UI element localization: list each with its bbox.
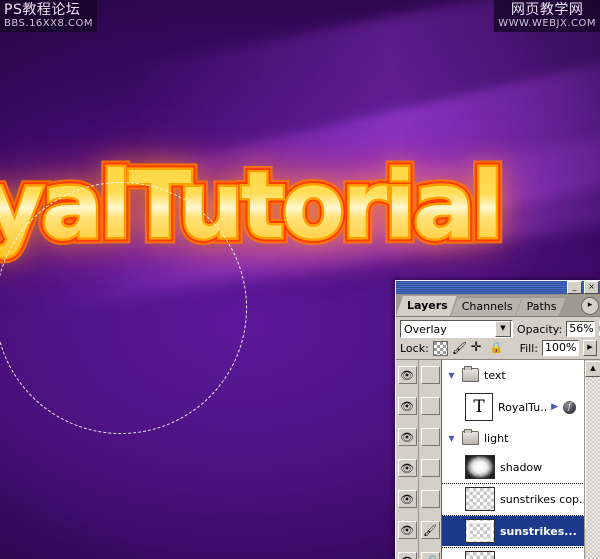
lock-all-icon[interactable]: 🔒 [490,341,505,356]
palette-titlebar[interactable]: _ × [396,281,600,295]
lock-position-icon[interactable]: ✛ [471,340,486,356]
layer-visibility-column: 👁 👁 👁 👁 👁 👁 👁 [396,360,419,559]
eye-icon[interactable]: 👁 [397,552,417,559]
eye-icon[interactable]: 👁 [397,521,417,539]
lock-fill-row: Lock: 🖌 ✛ 🔒 Fill: 100% ▶ [396,339,600,357]
tab-layers[interactable]: Layers [396,296,457,316]
lock-transparency-icon[interactable] [432,340,448,356]
minimize-button[interactable]: _ [567,281,582,294]
chevron-down-icon[interactable]: ▼ [446,370,457,381]
palette-menu-icon[interactable]: ▸ [581,297,599,315]
edit-cell [419,484,441,515]
layer-name: light [484,431,509,445]
blend-opacity-row: Overlay ▼ Opacity: 56% ▶ [396,317,600,339]
brush-icon[interactable]: 🖌 [420,521,440,539]
eye-icon[interactable]: 👁 [397,428,417,446]
visibility-cell: 👁 [396,391,418,422]
fill-slider-arrow-icon[interactable]: ▶ [583,340,597,356]
layer-thumbnail-transparent[interactable] [465,551,495,559]
visibility-cell: 👁 [396,422,418,453]
visibility-cell: 👁 [396,453,418,484]
layer-row-text-group[interactable]: ▼ text [442,360,585,390]
watermark-top-left-line1: PS教程论坛 [4,2,81,18]
screenshot-root: yalTutorial yalTutorial yalTutorial yalT… [0,0,600,559]
chevron-down-icon[interactable]: ▼ [446,433,457,444]
edit-cell [419,360,441,391]
scroll-up-arrow-icon[interactable]: ▲ [585,361,600,377]
layer-thumbnail-transparent[interactable] [465,519,495,543]
edit-cell: 🔗 [419,546,441,559]
chevron-down-icon[interactable]: ▼ [495,321,511,337]
close-button[interactable]: × [584,281,599,294]
edit-cell [419,453,441,484]
layer-name: text [484,368,506,382]
opacity-label: Opacity: [517,322,563,336]
edit-slot[interactable] [420,428,440,446]
blend-mode-value: Overlay [404,322,447,336]
watermark-top-right-line2: WWW.WEBJX.COM [498,18,596,29]
blend-mode-select[interactable]: Overlay ▼ [400,320,513,338]
watermark-top-right-line1: 网页教学网 [510,2,584,18]
fill-input[interactable]: 100% [542,340,579,356]
watermark-top-left-line2: BBS.16XX8.COM [4,18,94,29]
eye-icon[interactable]: 👁 [397,366,417,384]
layer-effects-icon[interactable]: f [563,400,576,414]
elliptical-selection-marquee[interactable] [0,182,247,434]
layer-row-light-group[interactable]: ▼ light [442,424,585,452]
layer-edit-column: 🖌 🔗 [419,360,442,559]
folder-icon [462,366,479,382]
eye-icon[interactable]: 👁 [397,490,417,508]
layer-name: sunstrikes... [500,524,577,538]
layer-thumbnail-transparent[interactable] [465,487,495,511]
edit-cell: 🖌 [419,515,441,546]
layer-thumbnail-shadow[interactable] [465,455,495,479]
layer-row-shadow[interactable]: shadow [442,452,585,482]
link-icon[interactable]: 🔗 [420,552,440,559]
layers-palette[interactable]: _ × Layers Channels Paths ▸ Overlay ▼ Op… [395,280,600,559]
layer-list-scrollbar[interactable]: ▲ [584,360,600,559]
visibility-cell: 👁 [396,484,418,515]
visibility-cell: 👁 [396,360,418,391]
edit-slot[interactable] [420,397,440,415]
lock-image-pixels-icon[interactable]: 🖌 [452,341,467,356]
layer-name: shadow [500,460,543,474]
layer-row-royal-tutorial[interactable]: T RoyalTu... ▶ f [442,390,585,424]
opacity-input[interactable]: 56% [566,321,595,337]
visibility-cell: 👁 [396,515,418,546]
layer-thumbnail-text[interactable]: T [465,393,493,421]
tab-paths[interactable]: Paths [516,298,566,316]
eye-icon[interactable]: 👁 [397,397,417,415]
scrollbar-trough[interactable] [586,377,600,559]
edit-slot[interactable] [420,366,440,384]
edit-slot[interactable] [420,459,440,477]
layer-rows-column[interactable]: ▼ text T RoyalTu... ▶ f ▼ light shadow s… [442,360,585,559]
fill-label: Fill: [519,341,538,355]
layer-row-sunstrikes-copy[interactable]: sunstrikes cop... [442,484,585,514]
lock-label: Lock: [400,341,429,355]
layer-row-sunstrikes-selected[interactable]: sunstrikes... [442,516,585,546]
layer-name: sunstrikes cop... [500,492,585,506]
edit-cell [419,422,441,453]
layer-name: RoyalTu... [498,400,547,414]
edit-slot[interactable] [420,490,440,508]
watermark-top-left: PS教程论坛 BBS.16XX8.COM [0,0,98,32]
visibility-cell: 👁 [396,546,418,559]
edit-cell [419,391,441,422]
folder-icon [462,429,479,445]
palette-tab-strip[interactable]: Layers Channels Paths ▸ [396,295,600,317]
tab-channels[interactable]: Channels [451,298,522,316]
layer-row-sunstrikes[interactable]: sunstrikes [442,548,585,559]
watermark-top-right: 网页教学网 WWW.WEBJX.COM [494,0,600,32]
eye-icon[interactable]: 👁 [397,459,417,477]
chevron-right-icon[interactable]: ▶ [551,402,558,412]
layer-list[interactable]: 👁 👁 👁 👁 👁 👁 👁 🖌 🔗 [396,359,600,559]
